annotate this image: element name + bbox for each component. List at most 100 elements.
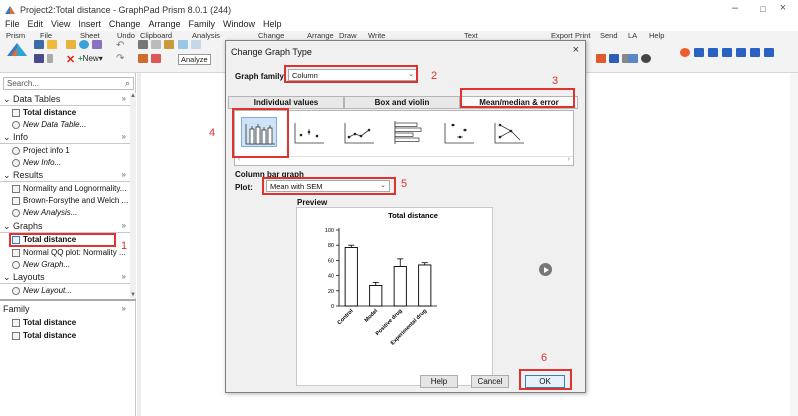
annotation-box-1 xyxy=(9,233,116,247)
ribbon-group-analysis: Analysis xyxy=(192,31,220,40)
redo-icon[interactable]: ↷ xyxy=(116,53,124,64)
section-info[interactable]: ⌄ Info» xyxy=(0,132,130,144)
sheet-edit-icon[interactable] xyxy=(66,40,76,49)
graph-normal-qq-plot[interactable]: Normal QQ plot: Normality ... xyxy=(12,247,126,258)
undo-icon[interactable]: ↶ xyxy=(116,40,124,51)
ime-emoji-icon[interactable] xyxy=(708,48,718,57)
y-tick-label: 60 xyxy=(328,258,334,264)
graph-type-scatter-error[interactable] xyxy=(441,117,477,147)
section-data-tables[interactable]: ⌄ Data Tables» xyxy=(0,94,130,106)
table-icon xyxy=(12,318,20,327)
new-layout-link[interactable]: New Layout... xyxy=(12,285,72,296)
cut-icon[interactable] xyxy=(138,40,148,49)
sidebar-scrollbar[interactable]: ▲ ▼ xyxy=(130,93,136,298)
open-icon[interactable] xyxy=(47,40,57,49)
ime-keyboard-icon[interactable] xyxy=(736,48,746,57)
point-error-graph-icon xyxy=(294,123,324,144)
menu-help[interactable]: Help xyxy=(263,19,282,31)
analyze-button[interactable]: Analyze xyxy=(178,54,211,65)
graph-type-points-error[interactable] xyxy=(291,117,327,147)
menu-file[interactable]: File xyxy=(5,19,20,31)
new-analysis-link[interactable]: New Analysis... xyxy=(12,207,77,218)
search-input[interactable]: Search... ⌕ xyxy=(3,77,134,90)
scroll-down-icon[interactable]: ▼ xyxy=(130,292,136,298)
result-brown-forsythe[interactable]: Brown-Forsythe and Welch ... xyxy=(12,195,128,206)
new-info-link[interactable]: New Info... xyxy=(12,157,61,168)
help-button[interactable]: Help xyxy=(420,375,458,388)
family-item-table[interactable]: Total distance xyxy=(12,317,76,328)
la-icon[interactable] xyxy=(628,54,638,63)
prism-home-icon[interactable] xyxy=(6,41,28,57)
info-project-info-1[interactable]: Project info 1 xyxy=(12,145,70,156)
graph-icon xyxy=(12,331,20,340)
delete-sheet-icon[interactable]: ✕ xyxy=(66,53,75,66)
new-data-table-link[interactable]: New Data Table... xyxy=(12,119,86,130)
copy-icon[interactable] xyxy=(151,40,161,49)
graph-type-connected[interactable] xyxy=(341,117,377,147)
family-item-graph[interactable]: Total distance xyxy=(12,330,76,341)
ribbon-group-sheet: Sheet xyxy=(80,31,100,40)
x-tick-label: Control xyxy=(337,308,355,326)
scroll-right-icon[interactable]: › xyxy=(568,156,570,163)
menu-edit[interactable]: Edit xyxy=(28,19,44,31)
panel-splitter[interactable] xyxy=(137,73,141,416)
paste-special-icon[interactable] xyxy=(138,54,148,63)
ribbon-group-clipboard: Clipboard xyxy=(140,31,173,40)
menu-insert[interactable]: Insert xyxy=(78,19,101,31)
paste-icon[interactable] xyxy=(164,40,174,49)
powerpoint-icon[interactable] xyxy=(596,54,606,63)
annotation-label-5: 5 xyxy=(401,178,408,190)
analysis-table-icon[interactable] xyxy=(178,40,188,49)
section-layouts[interactable]: ⌄ Layouts» xyxy=(0,272,130,284)
data-table-total-distance[interactable]: Total distance xyxy=(12,107,76,118)
ime-grid-icon[interactable] xyxy=(764,48,774,57)
help-icon[interactable] xyxy=(641,54,651,63)
dialog-close-button[interactable]: × xyxy=(573,44,579,56)
play-icon[interactable] xyxy=(539,263,552,276)
add-icon xyxy=(12,208,20,217)
analysis-chart-icon[interactable] xyxy=(191,40,201,49)
section-family[interactable]: Family» xyxy=(0,304,130,316)
clipboard-icon[interactable] xyxy=(151,54,161,63)
section-graphs[interactable]: ⌄ Graphs» xyxy=(0,221,130,233)
sheet-gear-icon[interactable] xyxy=(79,40,89,49)
graph-type-horizontal-bar[interactable] xyxy=(391,117,427,147)
add-icon xyxy=(12,158,20,167)
minimize-button[interactable]: – xyxy=(720,2,750,14)
sheet-wand-icon[interactable] xyxy=(92,40,102,49)
menu-change[interactable]: Change xyxy=(109,19,141,31)
graph-type-before-after[interactable] xyxy=(491,117,527,147)
scroll-up-icon[interactable]: ▲ xyxy=(130,93,136,99)
menu-bar: File Edit View Insert Change Arrange Fam… xyxy=(0,19,282,31)
new-sheet-button[interactable]: +New▾ xyxy=(78,54,103,63)
scatter-error-graph-icon xyxy=(444,123,474,144)
ime-shirt-icon[interactable] xyxy=(750,48,760,57)
y-tick-label: 80 xyxy=(328,243,334,249)
menu-arrange[interactable]: Arrange xyxy=(148,19,180,31)
save-dropdown-icon[interactable] xyxy=(47,54,53,63)
ime-mic-icon[interactable] xyxy=(722,48,732,57)
y-tick-label: 0 xyxy=(331,304,334,310)
ime-sogou-icon[interactable] xyxy=(680,48,690,57)
result-normality[interactable]: Normality and Lognormality... xyxy=(12,183,126,194)
save-icon[interactable] xyxy=(34,54,44,63)
ime-lang-icon[interactable] xyxy=(694,48,704,57)
ribbon-group-prism: Prism xyxy=(6,31,26,40)
annotation-label-3: 3 xyxy=(552,75,559,87)
menu-window[interactable]: Window xyxy=(223,19,255,31)
add-icon xyxy=(12,120,20,129)
annotation-box-5 xyxy=(262,177,396,195)
section-results[interactable]: ⌄ Results» xyxy=(0,170,130,182)
workspace-scrollbar[interactable] xyxy=(790,73,798,416)
annotation-box-3 xyxy=(460,88,575,108)
window-title: Project2:Total distance - GraphPad Prism… xyxy=(20,5,232,15)
menu-view[interactable]: View xyxy=(51,19,70,31)
menu-family[interactable]: Family xyxy=(188,19,215,31)
word-icon[interactable] xyxy=(609,54,619,63)
new-project-icon[interactable] xyxy=(34,40,44,49)
close-window-button[interactable]: × xyxy=(768,2,798,14)
cancel-button[interactable]: Cancel xyxy=(471,375,509,388)
app-window: Project2:Total distance - GraphPad Prism… xyxy=(0,0,798,416)
tab-box-and-violin[interactable]: Box and violin xyxy=(344,96,460,109)
new-graph-link[interactable]: New Graph... xyxy=(12,259,70,270)
